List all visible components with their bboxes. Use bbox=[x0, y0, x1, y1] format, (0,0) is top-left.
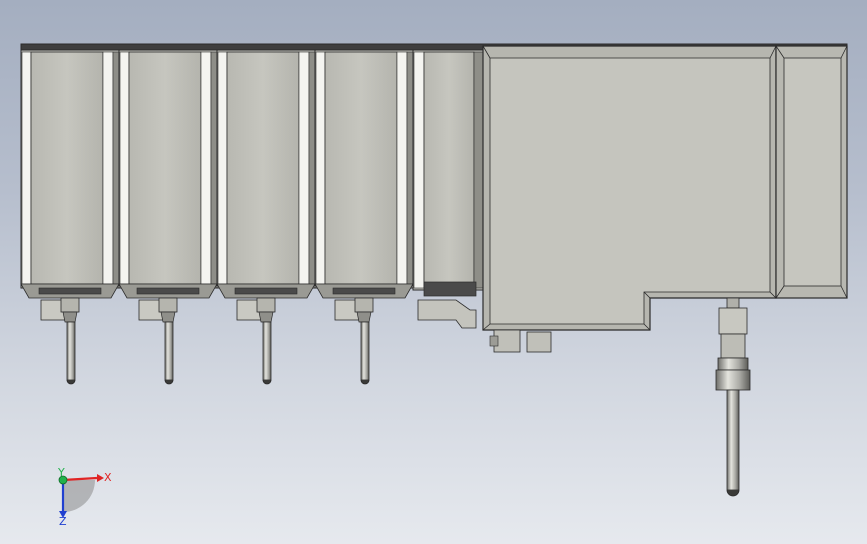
pin-tip bbox=[360, 379, 370, 385]
valve-bottom-slot bbox=[136, 287, 200, 295]
triad-x-arrowhead bbox=[97, 474, 104, 482]
valve-module-4 bbox=[314, 49, 414, 385]
pin-shaft bbox=[726, 389, 740, 491]
valve-right-edge bbox=[210, 51, 218, 285]
valve-module-1 bbox=[20, 49, 120, 385]
valve-right-rim bbox=[396, 51, 408, 285]
rod-clamp bbox=[718, 307, 748, 335]
rod-clamp-lower bbox=[720, 333, 746, 359]
valve-right-rim bbox=[200, 51, 212, 285]
rod-collar bbox=[726, 297, 740, 309]
cad-viewport[interactable]: X Y Z bbox=[0, 0, 867, 544]
valve-manifold-assembly[interactable] bbox=[20, 43, 848, 497]
valve-module-3 bbox=[216, 49, 316, 385]
valve-bottom-slot bbox=[332, 287, 396, 295]
pin-shaft bbox=[164, 321, 174, 381]
valve-face bbox=[128, 51, 202, 285]
valve-bottom-slot bbox=[38, 287, 102, 295]
connector-neck bbox=[356, 311, 372, 323]
triad-x-label: X bbox=[104, 471, 112, 484]
valve-left-rim bbox=[217, 51, 228, 285]
connector-neck bbox=[258, 311, 274, 323]
valve-right-edge bbox=[406, 51, 414, 285]
cap-face bbox=[783, 57, 842, 287]
triad-x-axis bbox=[62, 476, 98, 482]
end-module bbox=[412, 49, 484, 329]
valve-face bbox=[30, 51, 104, 285]
pin-tip bbox=[164, 379, 174, 385]
end-module-edge bbox=[473, 51, 484, 289]
end-module-slot bbox=[423, 281, 477, 297]
connector-cap bbox=[60, 297, 80, 313]
triad-shadow-quadrant bbox=[63, 480, 95, 512]
end-module-face bbox=[423, 51, 475, 289]
rod-hex bbox=[715, 369, 751, 391]
fitting-right bbox=[526, 331, 552, 353]
triad-y-label: Y bbox=[57, 466, 65, 479]
cap-module bbox=[775, 45, 848, 299]
valve-left-rim bbox=[119, 51, 130, 285]
pin-shaft bbox=[262, 321, 272, 381]
end-module-bracket bbox=[417, 299, 477, 329]
coordinate-triad: X Y Z bbox=[57, 466, 112, 528]
triad-z-label: Z bbox=[59, 515, 67, 528]
valve-right-rim bbox=[298, 51, 310, 285]
connector-neck bbox=[62, 311, 78, 323]
valve-module-2 bbox=[118, 49, 218, 385]
valve-right-rim bbox=[102, 51, 114, 285]
pin-tip bbox=[262, 379, 272, 385]
valve-face bbox=[324, 51, 398, 285]
connector-neck bbox=[160, 311, 176, 323]
valve-left-rim bbox=[21, 51, 32, 285]
connector-cap bbox=[354, 297, 374, 313]
connector-cap bbox=[256, 297, 276, 313]
connector-cap bbox=[158, 297, 178, 313]
rod-nut bbox=[717, 357, 749, 371]
pin-tip bbox=[726, 489, 740, 497]
valve-left-rim bbox=[315, 51, 326, 285]
pin-shaft bbox=[360, 321, 370, 381]
valve-face bbox=[226, 51, 300, 285]
fitting-stub bbox=[489, 335, 499, 347]
valve-bottom-slot bbox=[234, 287, 298, 295]
valve-right-edge bbox=[308, 51, 316, 285]
valve-right-edge bbox=[112, 51, 120, 285]
pin-tip bbox=[66, 379, 76, 385]
pin-shaft bbox=[66, 321, 76, 381]
housing-face bbox=[489, 57, 771, 325]
actuator-rod bbox=[715, 297, 751, 497]
end-module-rim bbox=[413, 51, 425, 289]
